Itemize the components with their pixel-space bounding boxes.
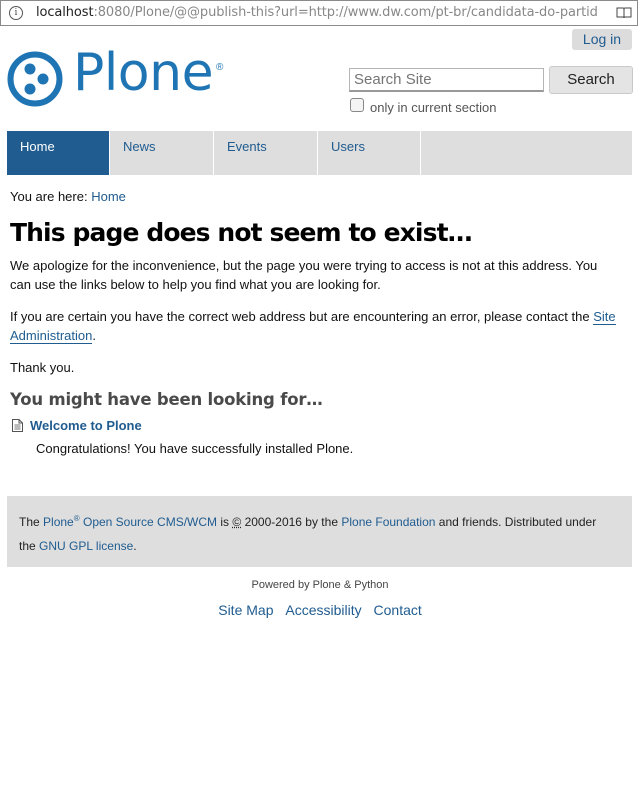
contact-admin-line-1: If you are certain you have the correct … bbox=[10, 309, 590, 324]
breadcrumb-home-link[interactable]: Home bbox=[91, 189, 126, 204]
footer-period: . bbox=[133, 539, 137, 553]
plone-logo-icon bbox=[7, 51, 63, 107]
contact-admin-period: . bbox=[92, 328, 96, 343]
site-footer: The Plone® Open Source CMS/WCM is © 2000… bbox=[7, 496, 632, 567]
url-host: localhost bbox=[36, 5, 94, 20]
footer-plone-text: Plone bbox=[43, 515, 74, 529]
copyright-symbol: © bbox=[232, 515, 242, 529]
breadcrumb-prefix: You are here: bbox=[10, 189, 88, 204]
footer-foundation-link[interactable]: Plone Foundation bbox=[341, 515, 435, 529]
footer-plone-link[interactable]: Plone® bbox=[43, 514, 80, 530]
nav-item-users[interactable]: Users bbox=[318, 131, 421, 175]
looking-for-heading: You might have been looking for… bbox=[10, 390, 323, 409]
footer-is: is bbox=[220, 515, 230, 529]
result-link-welcome[interactable]: Welcome to Plone bbox=[30, 418, 142, 433]
nav-item-home[interactable]: Home bbox=[7, 131, 110, 175]
apology-line-2: can use the links below to help you find… bbox=[10, 277, 381, 292]
footer-plone-reg: ® bbox=[73, 514, 80, 523]
contact-admin-text: If you are certain you have the correct … bbox=[10, 307, 622, 345]
browser-url-bar[interactable]: i localhost:8080/Plone/@@publish-this?ur… bbox=[0, 0, 638, 26]
footer-license-link[interactable]: GNU GPL license bbox=[39, 539, 133, 553]
accessibility-link[interactable]: Accessibility bbox=[285, 602, 361, 618]
result-description: Congratulations! You have successfully i… bbox=[36, 441, 354, 456]
site-administration-link-2[interactable]: Administration bbox=[10, 328, 93, 344]
contact-link[interactable]: Contact bbox=[374, 602, 422, 618]
breadcrumb: You are here: Home bbox=[10, 189, 126, 204]
apology-line-1: We apologize for the inconvenience, but … bbox=[10, 258, 598, 273]
main-navigation: Home News Events Users bbox=[7, 131, 632, 175]
search-input[interactable] bbox=[349, 68, 544, 92]
nav-item-events[interactable]: Events bbox=[214, 131, 318, 175]
nav-item-news[interactable]: News bbox=[110, 131, 214, 175]
footer-text: The Plone® Open Source CMS/WCM is © 2000… bbox=[19, 510, 624, 558]
page-title: This page does not seem to exist… bbox=[10, 218, 473, 247]
footer-years: 2000-2016 by the bbox=[244, 515, 338, 529]
search-button[interactable]: Search bbox=[549, 66, 633, 94]
info-icon[interactable]: i bbox=[9, 6, 23, 20]
reader-view-icon[interactable] bbox=[616, 7, 632, 19]
apology-text: We apologize for the inconvenience, but … bbox=[10, 256, 622, 294]
logo-text: Plone bbox=[73, 43, 214, 103]
powered-by[interactable]: Powered by Plone & Python bbox=[0, 579, 640, 591]
footer-the: The bbox=[19, 515, 40, 529]
only-current-section-checkbox[interactable] bbox=[350, 98, 364, 112]
footer-the-2: the bbox=[19, 539, 36, 553]
login-button[interactable]: Log in bbox=[572, 29, 632, 50]
thank-you-text: Thank you. bbox=[10, 360, 75, 375]
only-current-section-label[interactable]: only in current section bbox=[370, 100, 496, 115]
footer-cms-link[interactable]: Open Source CMS/WCM bbox=[83, 515, 217, 529]
url-path: :8080/Plone/@@publish-this?url=http://ww… bbox=[93, 5, 598, 20]
url-text[interactable]: localhost:8080/Plone/@@publish-this?url=… bbox=[36, 5, 611, 20]
footer-friends: and friends. Distributed under bbox=[438, 515, 597, 529]
site-actions: Site Map Accessibility Contact bbox=[0, 602, 640, 618]
logo-registered-mark: ® bbox=[216, 62, 224, 73]
document-icon bbox=[12, 419, 23, 432]
site-administration-link-1[interactable]: Site bbox=[593, 309, 616, 325]
site-map-link[interactable]: Site Map bbox=[218, 602, 273, 618]
